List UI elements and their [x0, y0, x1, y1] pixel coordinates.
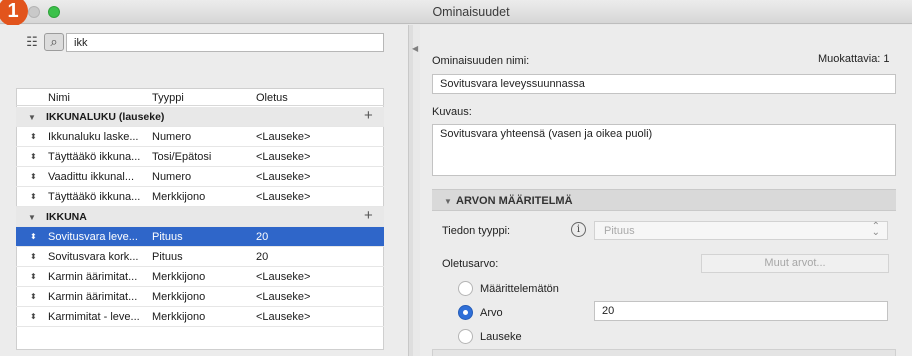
cell-name: Vaadittu ikkunal... [48, 171, 135, 183]
radio-undefined-label: Määrittelemätön [480, 283, 559, 295]
group-name: IKKUNA [46, 211, 87, 223]
radio-value[interactable] [458, 305, 473, 320]
radio-value-label: Arvo [480, 307, 503, 319]
window-title: Ominaisuudet [432, 5, 510, 19]
property-name-field[interactable]: Sovitusvara leveyssuunnassa [432, 74, 896, 94]
cell-default: 20 [256, 231, 269, 243]
add-property-icon[interactable]: + [364, 207, 373, 224]
cell-type: Numero [152, 131, 192, 143]
table-row[interactable]: ⬍ Karmin äärimitat... Merkkijono <Lausek… [16, 267, 384, 287]
cell-type: Tosi/Epätosi [152, 151, 212, 163]
cell-name: Sovitusvara kork... [48, 251, 139, 263]
data-type-select[interactable]: Pituus ⌃ ⌄ [594, 221, 888, 240]
table-row[interactable]: ⬍ Täyttääkö ikkuna... Tosi/Epätosi <Laus… [16, 147, 384, 167]
cell-name: Karmin äärimitat... [48, 271, 138, 283]
cell-type: Merkkijono [152, 191, 206, 203]
window-titlebar: Ominaisuudet [0, 0, 912, 24]
disclosure-triangle-icon[interactable]: ▼ [28, 213, 36, 222]
sort-arrows-icon: ⬍ [30, 152, 37, 161]
list-tree-icon[interactable]: ☷ [22, 33, 42, 51]
add-property-icon[interactable]: + [364, 107, 373, 124]
section-title: ARVON MÄÄRITELMÄ [456, 195, 573, 207]
cell-default: <Lauseke> [256, 291, 311, 303]
property-name-label: Ominaisuuden nimi: [432, 55, 530, 67]
table-row-selected[interactable]: ⬍ Sovitusvara leve... Pituus 20 [16, 227, 384, 247]
column-header-type[interactable]: Tyyppi [152, 92, 184, 104]
sort-arrows-icon: ⬍ [30, 312, 37, 321]
column-header-default[interactable]: Oletus [256, 92, 288, 104]
cell-default: 20 [256, 251, 269, 263]
cell-default: <Lauseke> [256, 191, 311, 203]
data-type-label: Tiedon tyyppi: [442, 225, 511, 237]
other-values-button[interactable]: Muut arvot... [701, 254, 889, 273]
radio-undefined[interactable] [458, 281, 473, 296]
radio-expression-label: Lauseke [480, 331, 522, 343]
table-row[interactable]: ⬍ Täyttääkö ikkuna... Merkkijono <Lausek… [16, 187, 384, 207]
editable-count-label: Muokattavia: 1 [818, 53, 890, 65]
cell-default: <Lauseke> [256, 151, 311, 163]
cell-type: Pituus [152, 231, 183, 243]
cell-default: <Lauseke> [256, 311, 311, 323]
cell-default: <Lauseke> [256, 271, 311, 283]
cell-name: Karmimitat - leve... [48, 311, 140, 323]
table-row[interactable]: ⬍ Karmin äärimitat... Merkkijono <Lausek… [16, 287, 384, 307]
radio-expression[interactable] [458, 329, 473, 344]
group-name: IKKUNALUKU (lauseke) [46, 111, 165, 123]
table-row[interactable]: ⬍ Karmimitat - leve... Merkkijono <Lause… [16, 307, 384, 327]
value-field[interactable]: 20 [594, 301, 888, 321]
data-type-value: Pituus [604, 225, 635, 237]
cell-default: <Lauseke> [256, 131, 311, 143]
sort-arrows-icon: ⬍ [30, 192, 37, 201]
value-definition-section[interactable]: ▼ ARVON MÄÄRITELMÄ [432, 189, 896, 211]
cell-type: Merkkijono [152, 291, 206, 303]
sort-arrows-icon: ⬍ [30, 132, 37, 141]
cell-name: Karmin äärimitat... [48, 291, 138, 303]
table-row[interactable]: ⬍ Sovitusvara kork... Pituus 20 [16, 247, 384, 267]
cell-type: Merkkijono [152, 311, 206, 323]
cell-type: Numero [152, 171, 192, 183]
column-header-name[interactable]: Nimi [48, 92, 70, 104]
cell-name: Täyttääkö ikkuna... [48, 191, 141, 203]
stepper-chevron-icon: ⌃ ⌄ [871, 221, 880, 238]
sort-arrows-icon: ⬍ [30, 272, 37, 281]
description-field[interactable]: Sovitusvara yhteensä (vasen ja oikea puo… [432, 124, 896, 176]
cell-name: Sovitusvara leve... [48, 231, 138, 243]
sort-arrows-icon: ⬍ [30, 252, 37, 261]
sort-arrows-icon: ⬍ [30, 172, 37, 181]
cell-type: Merkkijono [152, 271, 206, 283]
disclosure-triangle-icon[interactable]: ▼ [444, 197, 452, 206]
magnifier-icon[interactable]: ⌕ [44, 33, 64, 51]
sort-arrows-icon: ⬍ [30, 232, 37, 241]
cell-name: Ikkunaluku laske... [48, 131, 139, 143]
table-header: Nimi Tyyppi Oletus [16, 89, 384, 106]
description-label: Kuvaus: [432, 106, 472, 118]
collapse-panel-icon[interactable]: ◀ [412, 44, 418, 53]
sort-arrows-icon: ⬍ [30, 292, 37, 301]
table-group[interactable]: ▼ IKKUNA + [16, 207, 384, 227]
table-group[interactable]: ▼ IKKUNALUKU (lauseke) + [16, 107, 384, 127]
cell-default: <Lauseke> [256, 171, 311, 183]
panel-splitter[interactable] [408, 25, 413, 356]
disclosure-triangle-icon[interactable]: ▼ [28, 113, 36, 122]
search-input[interactable] [66, 33, 384, 52]
info-icon[interactable]: i [571, 222, 586, 237]
default-value-label: Oletusarvo: [442, 258, 499, 270]
cell-type: Pituus [152, 251, 183, 263]
table-row[interactable]: ⬍ Ikkunaluku laske... Numero <Lauseke> [16, 127, 384, 147]
next-section-frame [432, 349, 896, 356]
cell-name: Täyttääkö ikkuna... [48, 151, 141, 163]
table-row[interactable]: ⬍ Vaadittu ikkunal... Numero <Lauseke> [16, 167, 384, 187]
